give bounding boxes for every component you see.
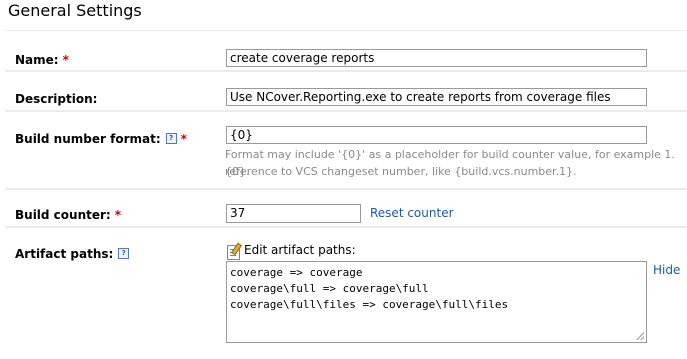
artifact-paths-label-group: Artifact paths:? xyxy=(15,247,130,261)
build-number-format-label-group: Build number format:? * xyxy=(15,132,187,146)
artifact-paths-row: Artifact paths:? Edit artifact paths: Hi… xyxy=(5,228,687,359)
build-number-format-row: Build number format:? * {0} Format may in… xyxy=(5,112,687,188)
question-icon[interactable]: ? xyxy=(165,133,177,144)
required-marker: * xyxy=(180,132,187,146)
build-number-format-input[interactable]: {0} xyxy=(226,126,647,144)
settings-panel: Name: * create coverage reports Descripti… xyxy=(5,30,687,359)
edit-icon[interactable] xyxy=(227,245,240,260)
name-row: Name: * create coverage reports xyxy=(5,31,687,70)
artifact-path-line: coverage => coverage xyxy=(230,266,363,279)
artifact-paths-textarea[interactable]: coverage => coverage coverage\full => co… xyxy=(226,261,647,343)
artifact-path-line: coverage\full\files => coverage\full\fil… xyxy=(230,298,509,311)
description-input[interactable]: Use NCover.Reporting.exe to create repor… xyxy=(226,88,647,106)
build-counter-row: Build counter: * 37 Reset counter xyxy=(5,190,687,226)
resize-grip[interactable] xyxy=(636,332,644,340)
artifact-paths-label: Artifact paths: xyxy=(15,247,114,261)
question-icon[interactable]: ? xyxy=(118,248,130,259)
build-number-format-hint-2: reference to VCS changeset number, like … xyxy=(225,165,577,178)
reset-counter-link[interactable]: Reset counter xyxy=(370,206,454,220)
build-counter-input[interactable]: 37 xyxy=(226,204,361,223)
page-title: General Settings xyxy=(8,1,142,20)
required-marker: * xyxy=(62,53,69,67)
edit-artifact-paths-label[interactable]: Edit artifact paths: xyxy=(244,243,356,257)
name-input[interactable]: create coverage reports xyxy=(226,49,647,67)
build-counter-label: Build counter: xyxy=(15,208,111,222)
name-label: Name: xyxy=(15,53,59,67)
hide-link[interactable]: Hide xyxy=(653,263,680,277)
build-counter-label-group: Build counter: * xyxy=(15,208,121,222)
description-row: Description: Use NCover.Reporting.exe to… xyxy=(5,72,687,110)
description-label: Description: xyxy=(15,92,98,106)
name-label-group: Name: * xyxy=(15,53,69,67)
build-number-format-label: Build number format: xyxy=(15,132,161,146)
artifact-path-line: coverage\full => coverage\full xyxy=(230,282,429,295)
required-marker: * xyxy=(114,208,121,222)
